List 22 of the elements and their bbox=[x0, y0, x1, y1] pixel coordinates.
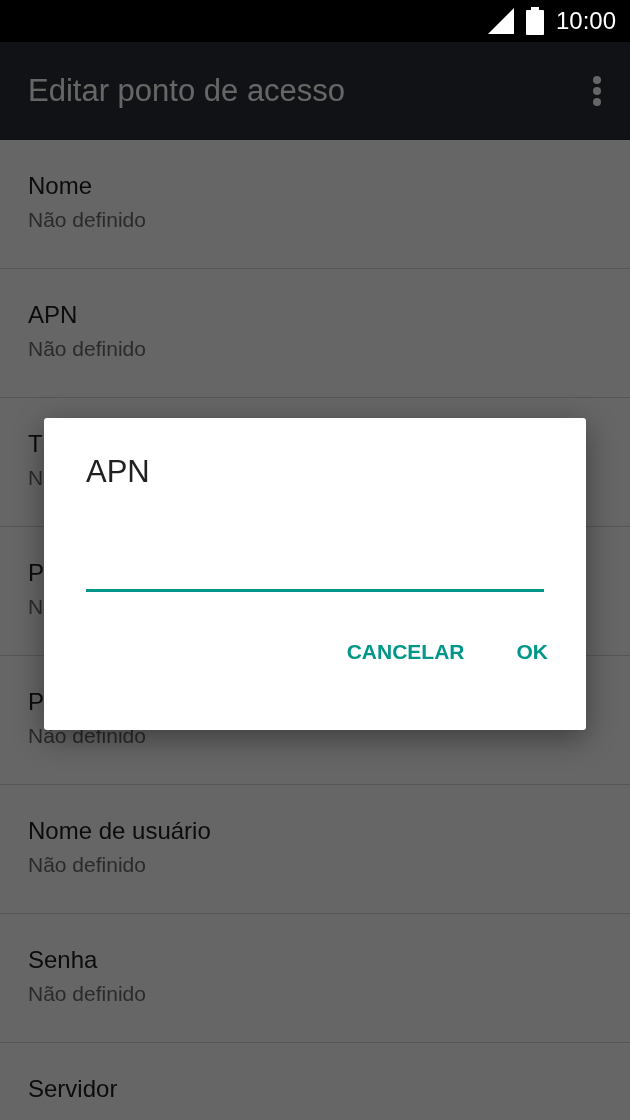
setting-title[interactable]: Nome bbox=[28, 172, 93, 200]
setting-value: Não definido bbox=[28, 337, 146, 361]
clock-time: 10:00 bbox=[555, 7, 616, 35]
more-options-icon[interactable] bbox=[592, 76, 602, 106]
setting-title[interactable]: P bbox=[28, 559, 44, 587]
dialog-button[interactable]: CANCELAR bbox=[330, 630, 481, 674]
setting-value: N bbox=[28, 466, 44, 490]
setting-value: Não definido bbox=[28, 208, 146, 232]
battery-icon bbox=[525, 7, 544, 35]
signal-icon bbox=[487, 8, 514, 34]
setting-value: Não definido bbox=[28, 853, 146, 877]
setting-value: Não definido bbox=[28, 982, 146, 1006]
setting-value: N bbox=[28, 595, 44, 619]
setting-title[interactable]: APN bbox=[28, 301, 78, 329]
dialog-button[interactable]: OK bbox=[500, 630, 564, 674]
setting-title[interactable]: Senha bbox=[28, 946, 98, 974]
dialog-title: APN bbox=[86, 454, 150, 490]
toolbar-title: Editar ponto de acesso bbox=[28, 73, 346, 109]
setting-title[interactable]: Servidor bbox=[28, 1075, 118, 1103]
setting-title[interactable]: Nome de usuário bbox=[28, 817, 211, 845]
setting-title[interactable]: T bbox=[28, 430, 43, 458]
setting-title[interactable]: P bbox=[28, 688, 44, 716]
